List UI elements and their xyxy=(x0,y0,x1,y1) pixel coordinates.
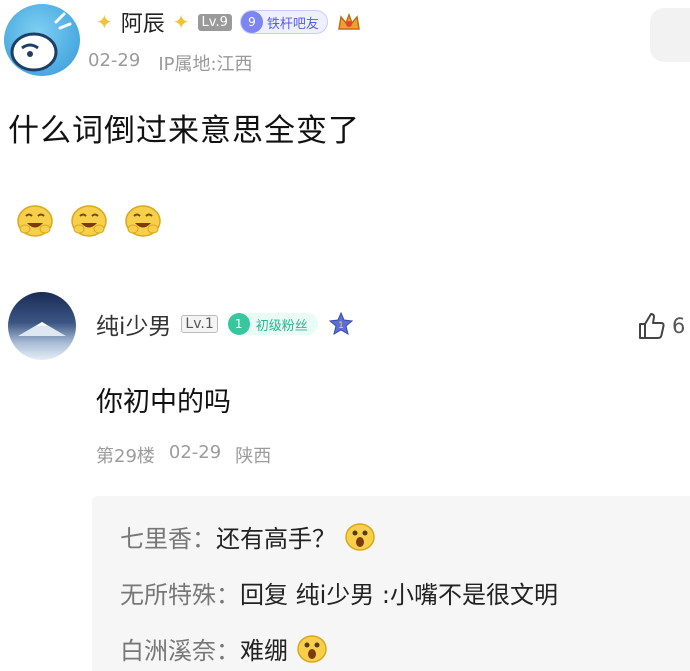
reply-author-avatar[interactable] xyxy=(8,292,76,360)
reply-author-name[interactable]: 纯i少男 xyxy=(96,307,171,341)
post-title: 什么词倒过来意思全变了 xyxy=(8,113,360,149)
reply-floor: 第29楼 xyxy=(96,446,155,467)
post-author-avatar[interactable] xyxy=(4,4,80,76)
fan-badge[interactable]: 9 铁杆吧友 xyxy=(239,10,328,34)
sparkle-icon: ✦ xyxy=(96,10,113,34)
post-author-row: ✦ 阿辰 ✦ Lv.9 9 铁杆吧友 xyxy=(96,4,362,40)
sub-reply-text: 回复 纯i少男 :小嘴不是很文明 xyxy=(240,580,559,609)
reply-date: 02-29 xyxy=(168,442,222,463)
post-author-name[interactable]: 阿辰 xyxy=(121,6,165,38)
sub-reply-user[interactable]: 白洲溪奈： xyxy=(120,631,240,666)
post-meta: 02-29 IP属地:江西 xyxy=(88,50,253,76)
crown-icon xyxy=(338,12,360,30)
like-button[interactable]: 6 xyxy=(636,310,685,342)
sparkle-icon: ✦ xyxy=(172,10,190,34)
fan-badge-number: 9 xyxy=(240,11,263,33)
grinning-face-icon xyxy=(17,205,53,237)
sub-reply-user[interactable]: 七里香： xyxy=(120,519,216,554)
top-right-overlay xyxy=(650,8,690,62)
rookie-badge-label: 初级粉丝 xyxy=(255,318,308,334)
svg-text:1: 1 xyxy=(338,321,344,331)
sub-reply-item[interactable]: 白洲溪奈： 难绷 xyxy=(120,628,328,668)
post-ip-location: IP属地:江西 xyxy=(158,54,253,75)
post-date: 02-29 xyxy=(88,50,141,71)
level-badge: Lv.1 xyxy=(181,315,218,333)
thumbs-up-icon xyxy=(639,313,665,339)
sub-reply-text: 难绷 xyxy=(240,636,288,665)
star-badge-icon: 1 xyxy=(328,311,353,336)
surprised-face-icon xyxy=(297,635,327,663)
grinning-face-icon xyxy=(71,205,107,237)
sub-reply-user[interactable]: 无所特殊： xyxy=(120,575,240,610)
reply-meta: 第29楼 02-29 陕西 xyxy=(96,442,271,468)
like-count: 6 xyxy=(672,314,686,338)
grinning-face-icon xyxy=(125,205,161,237)
rookie-fan-badge[interactable]: 1 初级粉丝 xyxy=(227,313,318,335)
sub-reply-item[interactable]: 无所特殊： 回复 纯i少男 :小嘴不是很文明 xyxy=(120,572,558,612)
fan-badge-label: 铁杆吧友 xyxy=(266,16,319,32)
level-badge: Lv.9 xyxy=(197,13,232,31)
reply-author-row: 纯i少男 Lv.1 1 初级粉丝 1 xyxy=(96,306,354,342)
rookie-badge-number: 1 xyxy=(227,313,250,335)
reply-text: 你初中的吗 xyxy=(96,387,231,418)
reply-location: 陕西 xyxy=(235,446,272,467)
sub-reply-item[interactable]: 七里香： 还有高手？ xyxy=(120,516,376,556)
surprised-face-icon xyxy=(345,523,375,551)
post-emoji-row xyxy=(16,202,162,238)
sub-reply-text: 还有高手？ xyxy=(216,524,336,553)
